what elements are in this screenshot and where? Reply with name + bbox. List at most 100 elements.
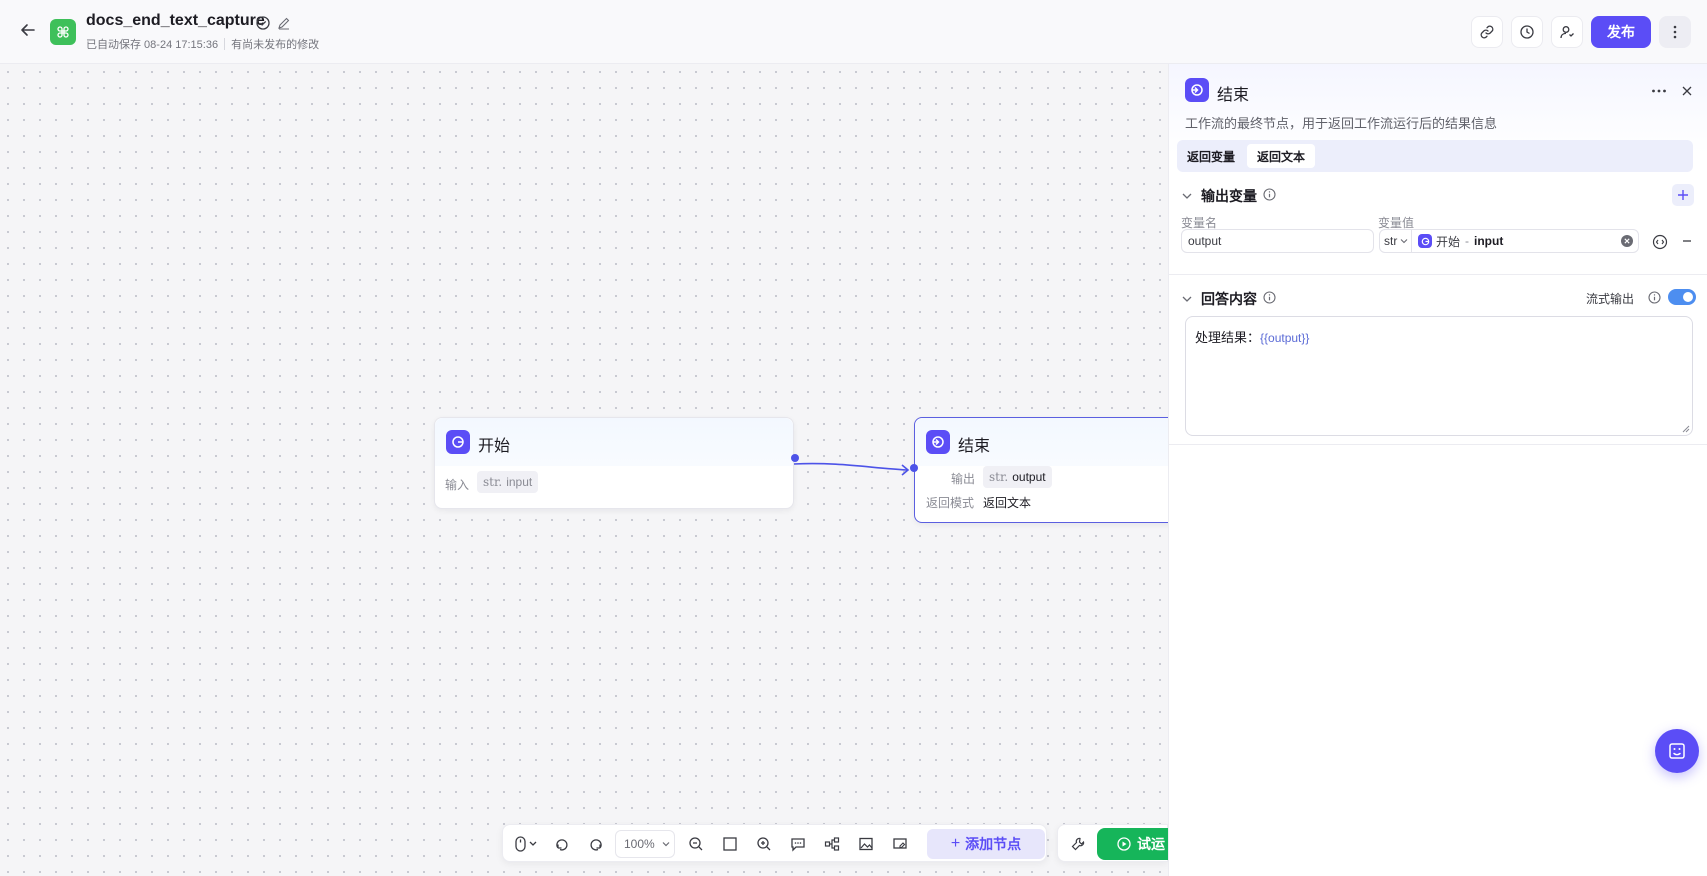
chevron-down-icon[interactable] — [1181, 189, 1193, 201]
zoom-out-button[interactable] — [686, 834, 706, 854]
output-port[interactable] — [791, 454, 799, 462]
output-label: 输出 — [951, 472, 976, 486]
end-node-icon — [1185, 78, 1209, 102]
unpublished-text: 有尚未发布的修改 — [231, 39, 320, 51]
input-port[interactable] — [910, 464, 918, 472]
type-value: str — [1384, 234, 1398, 248]
mode-value: 返回文本 — [983, 496, 1032, 510]
section-divider — [1169, 444, 1707, 445]
workflow-logo-icon — [50, 19, 76, 45]
node-title: 结束 — [958, 438, 991, 455]
variable-picker-icon[interactable] — [1652, 234, 1668, 250]
screen-edit-icon — [893, 838, 907, 849]
stream-output-label: 流式输出 — [1586, 292, 1635, 306]
var-name-input[interactable]: output — [1181, 229, 1374, 253]
redo-icon — [590, 839, 602, 851]
header: docs_end_text_capture 已自动保存 08-24 17:15:… — [0, 0, 1707, 64]
end-node-icon — [926, 430, 950, 454]
output-var-pill: str. output — [983, 466, 1052, 488]
output-section-title: 输出变量 — [1201, 188, 1257, 204]
canvas-toolbar: 100% + 添加节点 — [502, 824, 1047, 862]
add-variable-button[interactable] — [1672, 184, 1694, 206]
var-name-value: output — [1188, 234, 1222, 248]
test-run-button[interactable]: 试运 — [1097, 828, 1177, 860]
robot-icon — [1669, 743, 1685, 759]
zoom-in-button[interactable] — [754, 834, 774, 854]
chevron-down-icon — [662, 842, 670, 847]
type-select[interactable]: str — [1380, 230, 1412, 252]
check-circle-icon — [255, 15, 271, 31]
layout-tree-icon — [824, 837, 840, 851]
close-icon[interactable] — [1679, 83, 1695, 99]
remove-variable-icon[interactable] — [1680, 234, 1694, 248]
divider — [224, 38, 226, 50]
wrench-icon — [1071, 837, 1085, 851]
link-icon — [1480, 25, 1494, 39]
assistant-fab-button[interactable] — [1655, 729, 1699, 773]
add-node-label: 添加节点 — [965, 836, 1022, 852]
stream-output-toggle[interactable] — [1668, 289, 1696, 305]
node-config-panel: 结束 工作流的最终节点，用于返回工作流运行后的结果信息 返回变量 返回文本 输出… — [1168, 64, 1707, 876]
more-horizontal-icon[interactable] — [1650, 82, 1668, 100]
debug-settings-button[interactable] — [1068, 834, 1088, 854]
edit-pencil-icon[interactable] — [277, 16, 291, 30]
screenshot-button[interactable] — [890, 834, 910, 854]
mode-label: 返回模式 — [926, 496, 975, 510]
var-type: str. — [989, 470, 1009, 484]
var-value-selector[interactable]: str 开始 - input — [1379, 229, 1639, 253]
add-node-button[interactable]: + 添加节点 — [927, 829, 1045, 859]
undo-icon — [556, 839, 568, 851]
chevron-down-icon — [1400, 239, 1408, 244]
edge-start-to-end — [793, 462, 908, 471]
undo-button[interactable] — [552, 834, 572, 854]
plus-icon: + — [950, 835, 961, 852]
info-icon[interactable] — [1648, 291, 1661, 304]
clock-icon — [1520, 25, 1534, 39]
comment-button[interactable] — [788, 834, 808, 854]
publish-button[interactable]: 发布 — [1591, 16, 1651, 48]
auto-layout-button[interactable] — [822, 834, 842, 854]
var-type: str. — [483, 475, 503, 489]
ref-separator: - — [1465, 234, 1470, 248]
image-icon — [859, 837, 873, 851]
end-node[interactable]: 结束 输出 str. output 返回模式 返回文本 — [910, 417, 1168, 523]
history-button[interactable] — [1511, 16, 1543, 48]
autosave-text: 已自动保存 08-24 17:15:36 — [86, 39, 219, 51]
input-label: 输入 — [445, 478, 470, 492]
zoom-out-icon — [689, 837, 703, 851]
zoom-select[interactable]: 100% — [615, 830, 675, 858]
variable-reference[interactable]: 开始 - input — [1412, 233, 1620, 250]
tab-return-text[interactable]: 返回文本 — [1247, 144, 1316, 168]
user-icon — [1560, 26, 1574, 39]
clear-circle-icon[interactable] — [1620, 234, 1634, 248]
start-node-icon — [446, 430, 470, 454]
content-variable: {{output}} — [1260, 331, 1310, 345]
back-arrow-icon[interactable] — [18, 20, 38, 40]
run-label: 试运 — [1137, 836, 1165, 852]
chevron-down-icon[interactable] — [1181, 292, 1193, 304]
pointer-mode-button[interactable] — [511, 834, 541, 854]
content-prefix: 处理结果： — [1195, 330, 1261, 345]
more-vertical-icon — [1673, 25, 1677, 39]
info-icon[interactable] — [1263, 291, 1276, 304]
link-button[interactable] — [1471, 16, 1503, 48]
tab-return-variables[interactable]: 返回变量 — [1177, 144, 1245, 168]
redo-button[interactable] — [586, 834, 606, 854]
workflow-canvas[interactable]: 开始 输入 str. input 结束 输出 str. output 返回模式 … — [0, 64, 1168, 876]
collaborators-button[interactable] — [1551, 16, 1583, 48]
comment-icon — [791, 838, 805, 852]
answer-section-title: 回答内容 — [1201, 291, 1257, 307]
answer-content-editor[interactable]: 处理结果：{{output}} — [1185, 316, 1693, 436]
section-divider — [1169, 274, 1707, 275]
start-node[interactable]: 开始 输入 str. input — [434, 417, 799, 509]
info-icon[interactable] — [1263, 188, 1276, 201]
resize-handle-icon — [1682, 425, 1690, 433]
minimap-button[interactable] — [856, 834, 876, 854]
workflow-title: docs_end_text_capture — [86, 12, 265, 29]
save-status: 已自动保存 08-24 17:15:36 有尚未发布的修改 — [86, 36, 319, 52]
more-menu-button[interactable] — [1659, 16, 1691, 48]
var-name: input — [506, 475, 533, 489]
node-header — [915, 418, 1168, 466]
fit-view-button[interactable] — [720, 834, 740, 854]
plus-icon — [1678, 190, 1688, 200]
